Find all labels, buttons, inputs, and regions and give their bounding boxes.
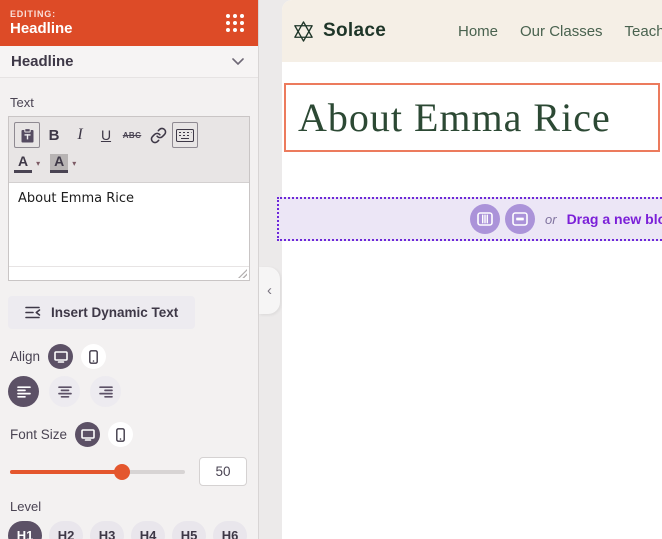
desktop-icon: [53, 350, 68, 363]
collapse-chevron-icon: ‹: [267, 282, 272, 299]
caret-down-icon: ▾: [72, 158, 77, 168]
editing-header: EDITING: Headline: [0, 0, 258, 46]
slider-knob[interactable]: [114, 463, 130, 480]
dropzone-drag-label: Drag a new block here!: [566, 211, 662, 227]
nav-item-our-classes[interactable]: Our Classes: [520, 23, 603, 40]
level-h2-button[interactable]: H2: [49, 521, 83, 539]
align-right-icon: [98, 385, 113, 398]
keyboard-icon: [176, 128, 194, 142]
page-builder-app: EDITING: Headline Headline Text B I U AB…: [0, 0, 662, 539]
insert-dynamic-text-button[interactable]: Insert Dynamic Text: [8, 296, 196, 329]
chevron-down-icon: [232, 58, 244, 65]
desktop-icon: [80, 428, 95, 441]
dynamic-text-icon: [25, 306, 41, 319]
clipboard-icon: [21, 127, 33, 142]
nav-item-home[interactable]: Home: [458, 23, 498, 40]
font-size-control: [10, 457, 258, 486]
strikethrough-button[interactable]: ABC: [120, 123, 144, 147]
level-h1-button[interactable]: H1: [8, 521, 42, 539]
preview-headline-text: About Emma Rice: [298, 95, 611, 140]
rich-text-toolbar: B I U ABC A ▾ A ▾: [9, 117, 249, 183]
add-section-button[interactable]: [505, 204, 535, 234]
block-dropzone[interactable]: or Drag a new block here!: [277, 197, 662, 241]
align-center-icon: [57, 385, 72, 398]
nav-item-teachers[interactable]: Teachers: [625, 23, 662, 40]
dropzone-or-label: or: [545, 211, 557, 227]
level-h3-button[interactable]: H3: [90, 521, 124, 539]
caret-down-icon: ▾: [36, 158, 41, 168]
align-desktop-toggle[interactable]: [48, 344, 74, 369]
align-left-icon: [16, 385, 31, 398]
editor-sidebar: EDITING: Headline Headline Text B I U AB…: [0, 0, 259, 539]
blocks-grid-icon[interactable]: [226, 14, 244, 32]
brand-name: Solace: [323, 20, 387, 41]
font-size-label: Font Size: [10, 427, 68, 442]
editing-label: EDITING:: [10, 9, 56, 19]
section-icon: [512, 212, 528, 226]
font-size-mobile-toggle[interactable]: [108, 422, 134, 447]
align-center-button[interactable]: [49, 376, 80, 407]
level-buttons: H1 H2 H3 H4 H5 H6: [8, 521, 258, 539]
background-color-letter: A: [50, 153, 69, 173]
align-device-row: Align: [10, 344, 258, 369]
editing-block-name: Headline: [10, 20, 73, 37]
rich-text-editor: B I U ABC A ▾ A ▾ About Emma Rice: [8, 116, 250, 281]
page-preview: Solace Home Our Classes Teachers About E…: [282, 0, 662, 539]
align-buttons: [8, 376, 258, 407]
level-h5-button[interactable]: H5: [172, 521, 206, 539]
insert-dynamic-text-label: Insert Dynamic Text: [51, 305, 179, 320]
selected-headline-block[interactable]: About Emma Rice: [284, 83, 660, 152]
logo-star-icon: [294, 20, 313, 42]
sidebar-collapse-button[interactable]: ‹: [259, 267, 280, 314]
site-nav: Home Our Classes Teachers: [458, 0, 662, 62]
editor-statusbar: [9, 266, 249, 280]
resize-grip[interactable]: [238, 269, 247, 278]
text-field-label: Text: [10, 95, 34, 110]
mobile-icon: [116, 427, 125, 442]
align-right-button[interactable]: [90, 376, 121, 407]
columns-icon: [477, 212, 493, 226]
level-label: Level: [10, 499, 42, 514]
align-label: Align: [10, 349, 41, 364]
headline-section-header[interactable]: Headline: [0, 46, 258, 78]
section-title: Headline: [11, 53, 74, 70]
insert-link-button[interactable]: [146, 123, 170, 147]
paste-as-text-button[interactable]: [14, 122, 40, 148]
font-size-device-row: Font Size: [10, 422, 258, 447]
text-color-button[interactable]: A ▾: [14, 153, 41, 173]
add-columns-button[interactable]: [470, 204, 500, 234]
background-color-button[interactable]: A ▾: [50, 153, 77, 173]
font-size-desktop-toggle[interactable]: [75, 422, 101, 447]
font-size-slider[interactable]: [10, 463, 185, 480]
bold-button[interactable]: B: [42, 123, 66, 147]
mobile-icon: [89, 349, 98, 364]
site-brand[interactable]: Solace: [292, 20, 386, 43]
link-icon: [150, 127, 166, 143]
editing-header-text: EDITING: Headline: [10, 9, 226, 37]
headline-text-input[interactable]: About Emma Rice: [9, 183, 249, 266]
dropzone-content: or Drag a new block here!: [470, 204, 662, 234]
italic-button[interactable]: I: [68, 123, 92, 147]
align-mobile-toggle[interactable]: [81, 344, 107, 369]
font-size-input[interactable]: [199, 457, 247, 486]
keyboard-shortcuts-button[interactable]: [172, 122, 198, 148]
align-left-button[interactable]: [8, 376, 39, 407]
level-h4-button[interactable]: H4: [131, 521, 165, 539]
text-color-letter: A: [14, 153, 33, 173]
underline-button[interactable]: U: [94, 123, 118, 147]
level-h6-button[interactable]: H6: [213, 521, 247, 539]
site-header: Solace Home Our Classes Teachers: [282, 0, 662, 62]
